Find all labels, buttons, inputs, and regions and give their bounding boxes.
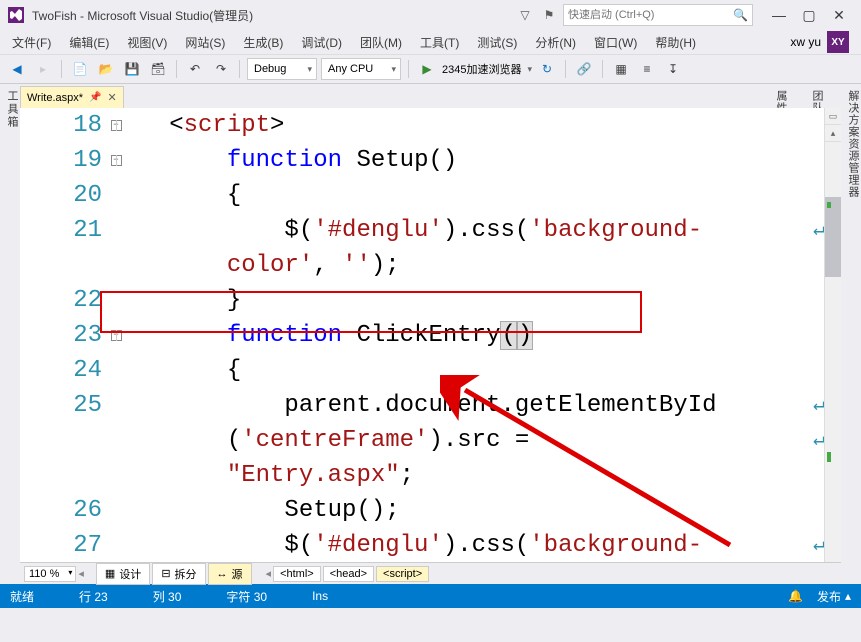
tb-misc2[interactable]: ≡: [636, 58, 658, 80]
notification-icon[interactable]: ▽: [515, 5, 535, 25]
split-view-tab[interactable]: ⊟拆分: [152, 563, 205, 585]
close-button[interactable]: ✕: [825, 5, 853, 25]
separator: [408, 60, 409, 78]
breadcrumb-html[interactable]: <html>: [273, 566, 321, 582]
menu-build[interactable]: 生成(B): [235, 32, 291, 53]
tb-misc3[interactable]: ↧: [662, 58, 684, 80]
code-editor[interactable]: 18− <script> 19− function Setup() 20 { 2…: [20, 108, 841, 562]
save-button[interactable]: 💾: [121, 58, 143, 80]
zoom-combo[interactable]: 110 %: [24, 566, 76, 582]
menu-tools[interactable]: 工具(T): [412, 32, 467, 53]
line-number: 23: [20, 318, 106, 353]
vertical-scrollbar[interactable]: ▭ ▴: [824, 108, 841, 562]
status-col: 列 30: [153, 588, 182, 605]
search-icon: 🔍: [733, 8, 748, 22]
nav-back-button[interactable]: ◀: [6, 58, 28, 80]
browser-link-button[interactable]: 🔗: [573, 58, 595, 80]
run-target[interactable]: 2345加速浏览器: [442, 61, 521, 77]
line-number: 25: [20, 388, 106, 423]
line-number: 27: [20, 528, 106, 562]
redo-button[interactable]: ↷: [210, 58, 232, 80]
refresh-button[interactable]: ↻: [536, 58, 558, 80]
menu-site[interactable]: 网站(S): [177, 32, 233, 53]
pin-icon[interactable]: 📌: [89, 92, 101, 103]
user-name[interactable]: xw yu: [790, 35, 821, 49]
config-combo[interactable]: Debug: [247, 58, 317, 80]
open-button[interactable]: 📂: [95, 58, 117, 80]
scroll-thumb[interactable]: [825, 197, 841, 277]
new-button[interactable]: 📄: [69, 58, 91, 80]
nav-fwd-button[interactable]: ▸: [32, 58, 54, 80]
design-view-tab[interactable]: ▦设计: [96, 563, 150, 585]
menu-edit[interactable]: 编辑(E): [61, 32, 117, 53]
vs-logo-icon: [8, 7, 24, 23]
line-number: 26: [20, 493, 106, 528]
breadcrumb-head[interactable]: <head>: [323, 566, 374, 582]
scroll-split-icon[interactable]: ▭: [825, 108, 841, 125]
menu-help[interactable]: 帮助(H): [647, 32, 704, 53]
menu-window[interactable]: 窗口(W): [586, 32, 645, 53]
menu-team[interactable]: 团队(M): [352, 32, 410, 53]
line-number: 21: [20, 213, 106, 248]
source-view-tab[interactable]: ↔源: [208, 563, 252, 585]
separator: [565, 60, 566, 78]
user-badge[interactable]: XY: [827, 31, 849, 53]
separator: [602, 60, 603, 78]
menu-file[interactable]: 文件(F): [4, 32, 59, 53]
tb-misc1[interactable]: ▦: [610, 58, 632, 80]
save-all-button[interactable]: 🗃: [147, 58, 169, 80]
maximize-button[interactable]: ▢: [795, 5, 823, 25]
menu-test[interactable]: 测试(S): [469, 32, 525, 53]
feedback-icon[interactable]: ⚑: [539, 5, 559, 25]
file-tab-write[interactable]: Write.aspx* 📌 ✕: [20, 86, 124, 108]
edit-marker: [827, 202, 831, 208]
separator: [176, 60, 177, 78]
toolbox-rail[interactable]: 工具箱: [0, 84, 20, 584]
status-notification-icon[interactable]: 🔔: [788, 589, 803, 603]
separator: [61, 60, 62, 78]
status-line: 行 23: [79, 588, 108, 605]
undo-button[interactable]: ↶: [184, 58, 206, 80]
line-number: 20: [20, 178, 106, 213]
line-number: 18: [20, 108, 106, 143]
line-number: 24: [20, 353, 106, 388]
close-tab-icon[interactable]: ✕: [108, 91, 117, 104]
run-button[interactable]: ▶: [416, 58, 438, 80]
platform-combo[interactable]: Any CPU: [321, 58, 401, 80]
separator: [239, 60, 240, 78]
status-ready: 就绪: [10, 588, 34, 605]
quick-launch-box[interactable]: 🔍: [563, 4, 753, 26]
menu-debug[interactable]: 调试(D): [293, 32, 350, 53]
menu-analyze[interactable]: 分析(N): [527, 32, 584, 53]
status-ins: Ins: [312, 589, 328, 603]
breadcrumb-script[interactable]: <script>: [376, 566, 429, 582]
line-number: 22: [20, 283, 106, 318]
edit-marker: [827, 452, 831, 462]
solution-explorer-rail[interactable]: 解决方案资源管理器: [845, 90, 861, 584]
window-title: TwoFish - Microsoft Visual Studio(管理员): [32, 7, 507, 24]
line-number: 19: [20, 143, 106, 178]
menu-view[interactable]: 视图(V): [119, 32, 175, 53]
minimize-button[interactable]: —: [765, 5, 793, 25]
scroll-up-icon[interactable]: ▴: [825, 125, 841, 142]
quick-launch-input[interactable]: [568, 9, 733, 21]
tab-filename: Write.aspx*: [27, 92, 83, 104]
status-char: 字符 30: [226, 588, 267, 605]
publish-button[interactable]: 发布▴: [817, 588, 851, 605]
